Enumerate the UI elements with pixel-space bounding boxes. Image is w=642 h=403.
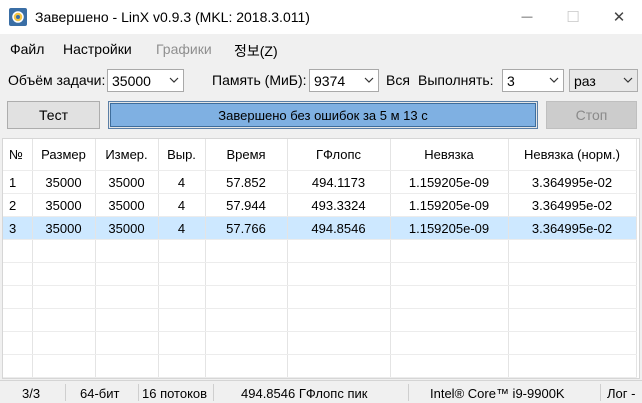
column-header-size[interactable]: Размер: [32, 139, 96, 171]
table-row-selected[interactable]: 3 35000 35000 4 57.766 494.8546 1.159205…: [3, 216, 637, 240]
column-header-alignment[interactable]: Выр.: [158, 139, 206, 171]
title-bar: Завершено - LinX v0.9.3 (MKL: 2018.3.011…: [0, 0, 642, 34]
close-button[interactable]: ✕: [596, 0, 642, 34]
results-table[interactable]: № Размер Измер. Выр. Время ГФлопс Невязк…: [2, 138, 640, 379]
status-divider: [408, 384, 409, 401]
status-threads: 16 потоков: [142, 386, 208, 401]
cell-gflops: 494.1173: [287, 170, 391, 194]
cell-number: 1: [3, 170, 33, 194]
cell-number: 3: [3, 216, 33, 240]
memory-value: 9374: [314, 73, 346, 89]
table-row[interactable]: 2 35000 35000 4 57.944 493.3324 1.159205…: [3, 193, 637, 217]
table-header: № Размер Измер. Выр. Время ГФлопс Невязк…: [3, 139, 637, 171]
status-cpu: Intel® Core™ i9-9900K: [430, 386, 565, 401]
cell-alignment: 4: [158, 216, 206, 240]
progress-bar: Завершено без ошибок за 5 м 13 с: [108, 101, 538, 129]
status-divider: [138, 384, 139, 401]
cell-dimension: 35000: [95, 193, 159, 217]
table-row[interactable]: 1 35000 35000 4 57.852 494.1173 1.159205…: [3, 170, 637, 194]
maximize-button[interactable]: ☐: [550, 0, 596, 34]
cell-dimension: 35000: [95, 170, 159, 194]
menu-bar: Файл Настройки Графики 정보(Z): [0, 36, 642, 62]
status-peak-gflops: 494.8546 ГФлопс пик: [241, 386, 368, 401]
run-unit-select[interactable]: раз: [569, 69, 638, 92]
close-icon: ✕: [612, 9, 626, 26]
chevron-down-icon: [364, 77, 374, 83]
run-count-select[interactable]: 3: [502, 69, 564, 92]
problem-size-value: 35000: [112, 73, 151, 89]
run-label: Выполнять:: [418, 72, 494, 88]
cell-size: 35000: [32, 216, 96, 240]
cell-residual-norm: 3.364995e-02: [508, 193, 637, 217]
cell-size: 35000: [32, 193, 96, 217]
cell-size: 35000: [32, 170, 96, 194]
cell-gflops: 493.3324: [287, 193, 391, 217]
status-divider: [600, 384, 601, 401]
cell-number: 2: [3, 193, 33, 217]
memory-select[interactable]: 9374: [309, 69, 379, 92]
cell-dimension: 35000: [95, 216, 159, 240]
column-header-gflops[interactable]: ГФлопс: [287, 139, 391, 171]
menu-about[interactable]: 정보(Z): [234, 41, 278, 61]
cell-residual-norm: 3.364995e-02: [508, 170, 637, 194]
chevron-down-icon: [169, 77, 179, 83]
minimize-button[interactable]: —: [504, 0, 550, 34]
maximize-icon: ☐: [566, 9, 580, 26]
problem-size-label: Объём задачи:: [8, 72, 106, 88]
all-memory-label[interactable]: Вся: [386, 72, 410, 88]
cell-alignment: 4: [158, 193, 206, 217]
run-unit-value: раз: [574, 73, 596, 89]
empty-row: [3, 377, 637, 378]
minimize-icon: —: [521, 11, 533, 23]
empty-row: [3, 285, 637, 309]
empty-row: [3, 308, 637, 332]
column-header-residual[interactable]: Невязка: [390, 139, 509, 171]
column-header-time[interactable]: Время: [205, 139, 288, 171]
column-header-number[interactable]: №: [3, 139, 33, 171]
empty-row: [3, 262, 637, 286]
column-header-dimension[interactable]: Измер.: [95, 139, 159, 171]
cell-gflops: 494.8546: [287, 216, 391, 240]
menu-settings[interactable]: Настройки: [63, 41, 132, 57]
menu-graphs[interactable]: Графики: [156, 41, 212, 57]
cell-time: 57.944: [205, 193, 288, 217]
cell-residual: 1.159205e-09: [390, 216, 509, 240]
window-title: Завершено - LinX v0.9.3 (MKL: 2018.3.011…: [35, 9, 310, 25]
cell-residual: 1.159205e-09: [390, 170, 509, 194]
progress-text: Завершено без ошибок за 5 м 13 с: [218, 108, 428, 123]
status-log[interactable]: Лог -: [607, 386, 635, 401]
status-bar: 3/3 64-бит 16 потоков 494.8546 ГФлопс пи…: [0, 380, 642, 403]
cell-residual: 1.159205e-09: [390, 193, 509, 217]
gear-icon: [9, 8, 27, 26]
empty-row: [3, 354, 637, 378]
empty-row: [3, 239, 637, 263]
cell-time: 57.852: [205, 170, 288, 194]
status-bits: 64-бит: [80, 386, 120, 401]
cell-time: 57.766: [205, 216, 288, 240]
problem-size-select[interactable]: 35000: [107, 69, 184, 92]
status-divider: [213, 384, 214, 401]
menu-file[interactable]: Файл: [10, 41, 44, 57]
memory-label: Память (МиБ):: [212, 72, 307, 88]
cell-residual-norm: 3.364995e-02: [508, 216, 637, 240]
chevron-down-icon: [549, 77, 559, 83]
empty-row: [3, 331, 637, 355]
status-divider: [65, 384, 66, 401]
column-header-residual-norm[interactable]: Невязка (норм.): [508, 139, 637, 171]
chevron-down-icon: [623, 77, 633, 83]
status-progress: 3/3: [22, 386, 41, 401]
stop-button[interactable]: Стоп: [546, 101, 637, 129]
run-count-value: 3: [507, 73, 515, 89]
test-button[interactable]: Тест: [7, 101, 100, 129]
cell-alignment: 4: [158, 170, 206, 194]
